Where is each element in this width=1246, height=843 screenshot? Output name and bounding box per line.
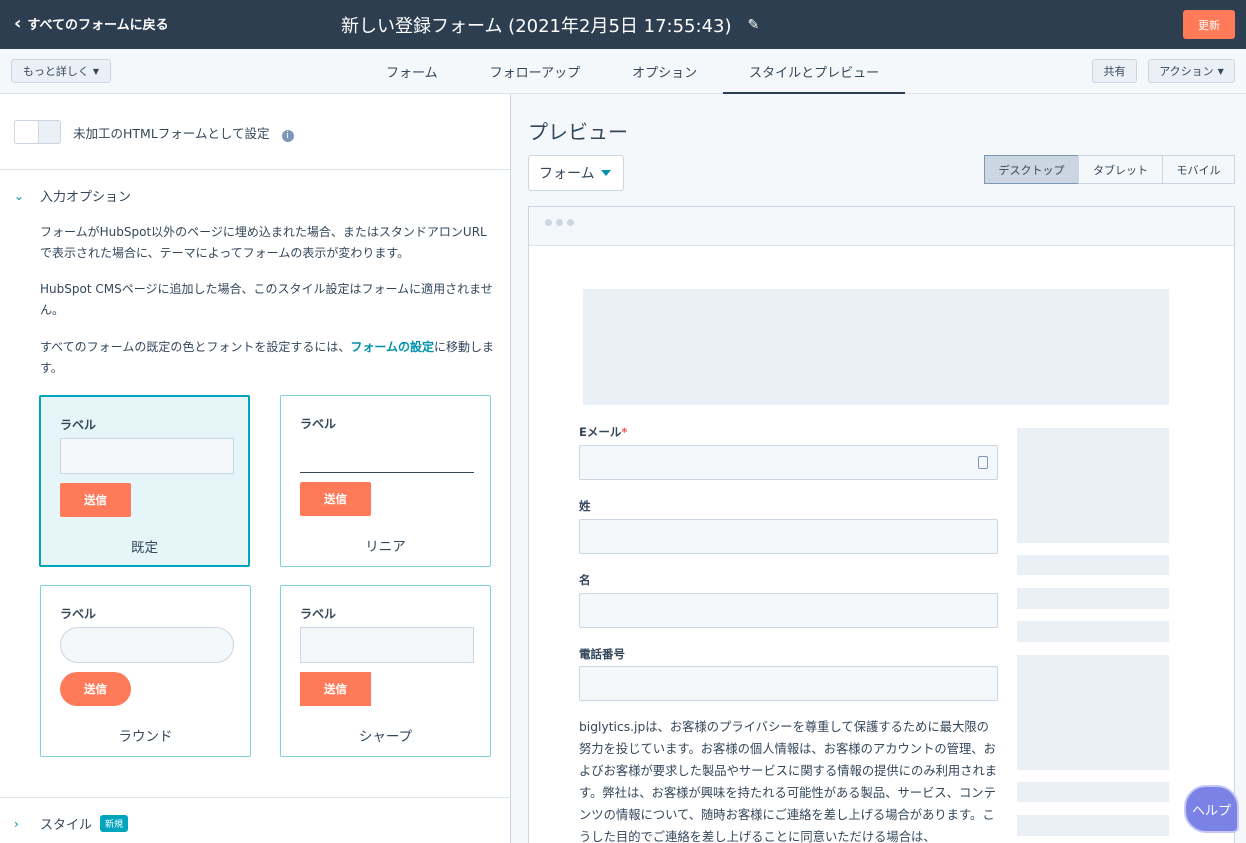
help-button[interactable]: ヘルプ xyxy=(1184,785,1239,833)
card-sample-input xyxy=(60,438,234,474)
tab-options[interactable]: オプション xyxy=(606,49,723,94)
form-settings-link[interactable]: フォームの設定 xyxy=(350,340,434,354)
raw-html-toggle[interactable] xyxy=(14,120,61,144)
input-options-title: 入力オプション xyxy=(40,190,132,205)
sidebar-placeholder xyxy=(1017,655,1169,770)
required-mark: * xyxy=(621,425,628,439)
caret-down-icon: ▼ xyxy=(1217,66,1224,76)
style-section-header[interactable]: › スタイル 新規 xyxy=(14,814,129,833)
tab-follow-up[interactable]: フォローアップ xyxy=(464,49,606,94)
chevron-left-icon: ‹ xyxy=(14,12,22,34)
card-style-name: シャープ xyxy=(358,729,413,745)
style-settings-panel: 未加工のHTMLフォームとして設定 i ⌄ 入力オプション フォームがHubSp… xyxy=(0,94,511,843)
card-sample-input xyxy=(60,627,234,663)
contact-card-icon xyxy=(978,456,988,469)
preview-browser-frame: Eメール* 姓 名 電話番号 biglytics.jpは、お客様のプライバシーを… xyxy=(528,206,1235,843)
new-badge: 新規 xyxy=(100,815,129,832)
phone-field[interactable] xyxy=(579,666,998,701)
first-name-label: 名 xyxy=(579,573,591,587)
browser-top-bar xyxy=(529,207,1234,246)
style-card-linear[interactable]: ラベル 送信 リニア xyxy=(280,395,491,567)
card-label: ラベル xyxy=(60,607,97,621)
sidebar-placeholder xyxy=(1017,782,1169,802)
card-style-name: リニア xyxy=(365,539,406,555)
card-sample-submit: 送信 xyxy=(300,482,371,516)
card-style-name: ラウンド xyxy=(118,729,173,745)
raw-html-toggle-row: 未加工のHTMLフォームとして設定 i xyxy=(14,120,294,144)
card-sample-submit: 送信 xyxy=(300,672,371,706)
card-sample-input xyxy=(300,437,474,473)
para3-before: すべてのフォームの既定の色とフォントを設定するには、 xyxy=(40,340,351,354)
input-options-description-1: フォームがHubSpot以外のページに埋め込まれた場合、またはスタンドアロンUR… xyxy=(40,225,487,260)
style-section-title: スタイル xyxy=(40,818,93,833)
input-options-description-2: HubSpot CMSページに追加した場合、このスタイル設定はフォームに適用され… xyxy=(40,282,493,317)
share-button[interactable]: 共有 xyxy=(1092,59,1137,83)
back-label: すべてのフォームに戻る xyxy=(27,18,169,33)
divider xyxy=(0,169,510,170)
card-label: ラベル xyxy=(300,607,337,621)
email-field[interactable] xyxy=(579,445,998,480)
tab-form[interactable]: フォーム xyxy=(360,49,464,94)
card-sample-input xyxy=(300,627,474,663)
last-name-label: 姓 xyxy=(579,499,591,513)
tab-style-preview[interactable]: スタイルとプレビュー xyxy=(723,49,906,95)
header-image-placeholder xyxy=(583,289,1169,405)
info-icon[interactable]: i xyxy=(281,129,294,142)
email-label: Eメール* xyxy=(579,424,627,440)
toggle-knob xyxy=(14,120,39,144)
card-sample-submit: 送信 xyxy=(60,672,131,706)
form-select-label: フォーム xyxy=(539,166,595,182)
browser-dot xyxy=(556,219,563,226)
card-sample-submit: 送信 xyxy=(60,483,131,517)
raw-html-label-text: 未加工のHTMLフォームとして設定 xyxy=(73,125,270,141)
sidebar-placeholder xyxy=(1017,555,1169,575)
caret-down-icon: ▼ xyxy=(92,66,100,76)
form-title-text[interactable]: 新しい登録フォーム (2021年2月5日 17:55:43) xyxy=(341,12,732,38)
card-style-name: 既定 xyxy=(131,540,158,556)
first-name-field[interactable] xyxy=(579,593,998,628)
browser-dot xyxy=(545,219,552,226)
chevron-right-icon: › xyxy=(14,816,19,831)
actions-dropdown[interactable]: アクション ▼ xyxy=(1148,59,1235,83)
raw-html-label: 未加工のHTMLフォームとして設定 i xyxy=(73,123,294,142)
browser-dot xyxy=(567,219,574,226)
input-options-description-3: すべてのフォームの既定の色とフォントを設定するには、フォームの設定に移動します。 xyxy=(40,337,495,379)
divider xyxy=(0,797,510,798)
style-card-sharp[interactable]: ラベル 送信 シャープ xyxy=(280,585,491,757)
card-label: ラベル xyxy=(300,417,337,431)
device-mobile-button[interactable]: モバイル xyxy=(1162,155,1235,184)
sidebar-placeholder xyxy=(1017,621,1169,642)
preview-title: プレビュー xyxy=(528,120,628,144)
edit-pencil-icon[interactable]: ✎ xyxy=(748,17,760,33)
caret-down-icon xyxy=(600,170,611,176)
form-select-dropdown[interactable]: フォーム xyxy=(528,155,624,191)
sub-navigation: もっと詳しく ▼ フォーム フォローアップ オプション スタイルとプレビュー 共… xyxy=(0,49,1246,95)
sidebar-placeholder xyxy=(1017,588,1169,609)
more-details-label: もっと詳しく xyxy=(22,65,89,78)
card-label: ラベル xyxy=(60,418,97,432)
more-details-dropdown[interactable]: もっと詳しく ▼ xyxy=(11,59,111,83)
last-name-field[interactable] xyxy=(579,519,998,554)
device-switcher: デスクトップ タブレット モバイル xyxy=(984,155,1235,184)
device-desktop-button[interactable]: デスクトップ xyxy=(984,155,1079,184)
form-title: 新しい登録フォーム (2021年2月5日 17:55:43) ✎ xyxy=(341,12,759,38)
style-card-round[interactable]: ラベル 送信 ラウンド xyxy=(40,585,251,757)
sidebar-placeholder xyxy=(1017,428,1169,543)
sidebar-placeholder xyxy=(1017,815,1169,836)
email-label-text: Eメール xyxy=(579,425,622,439)
device-tablet-button[interactable]: タブレット xyxy=(1078,155,1163,184)
style-card-default[interactable]: ラベル 送信 既定 xyxy=(39,395,250,567)
top-header: ‹ すべてのフォームに戻る 新しい登録フォーム (2021年2月5日 17:55… xyxy=(0,0,1246,49)
actions-label: アクション xyxy=(1159,65,1214,78)
phone-label: 電話番号 xyxy=(579,647,625,661)
chevron-down-icon: ⌄ xyxy=(14,188,25,203)
back-to-forms-link[interactable]: ‹ すべてのフォームに戻る xyxy=(14,14,169,33)
preview-panel: プレビュー フォーム デスクトップ タブレット モバイル Eメール* 姓 名 電… xyxy=(511,94,1246,843)
privacy-text: biglytics.jpは、お客様のプライバシーを尊重して保護するために最大限の… xyxy=(579,720,998,843)
tab-bar: フォーム フォローアップ オプション スタイルとプレビュー xyxy=(360,49,906,95)
update-button[interactable]: 更新 xyxy=(1183,10,1235,39)
input-options-header[interactable]: ⌄ 入力オプション xyxy=(14,186,132,206)
